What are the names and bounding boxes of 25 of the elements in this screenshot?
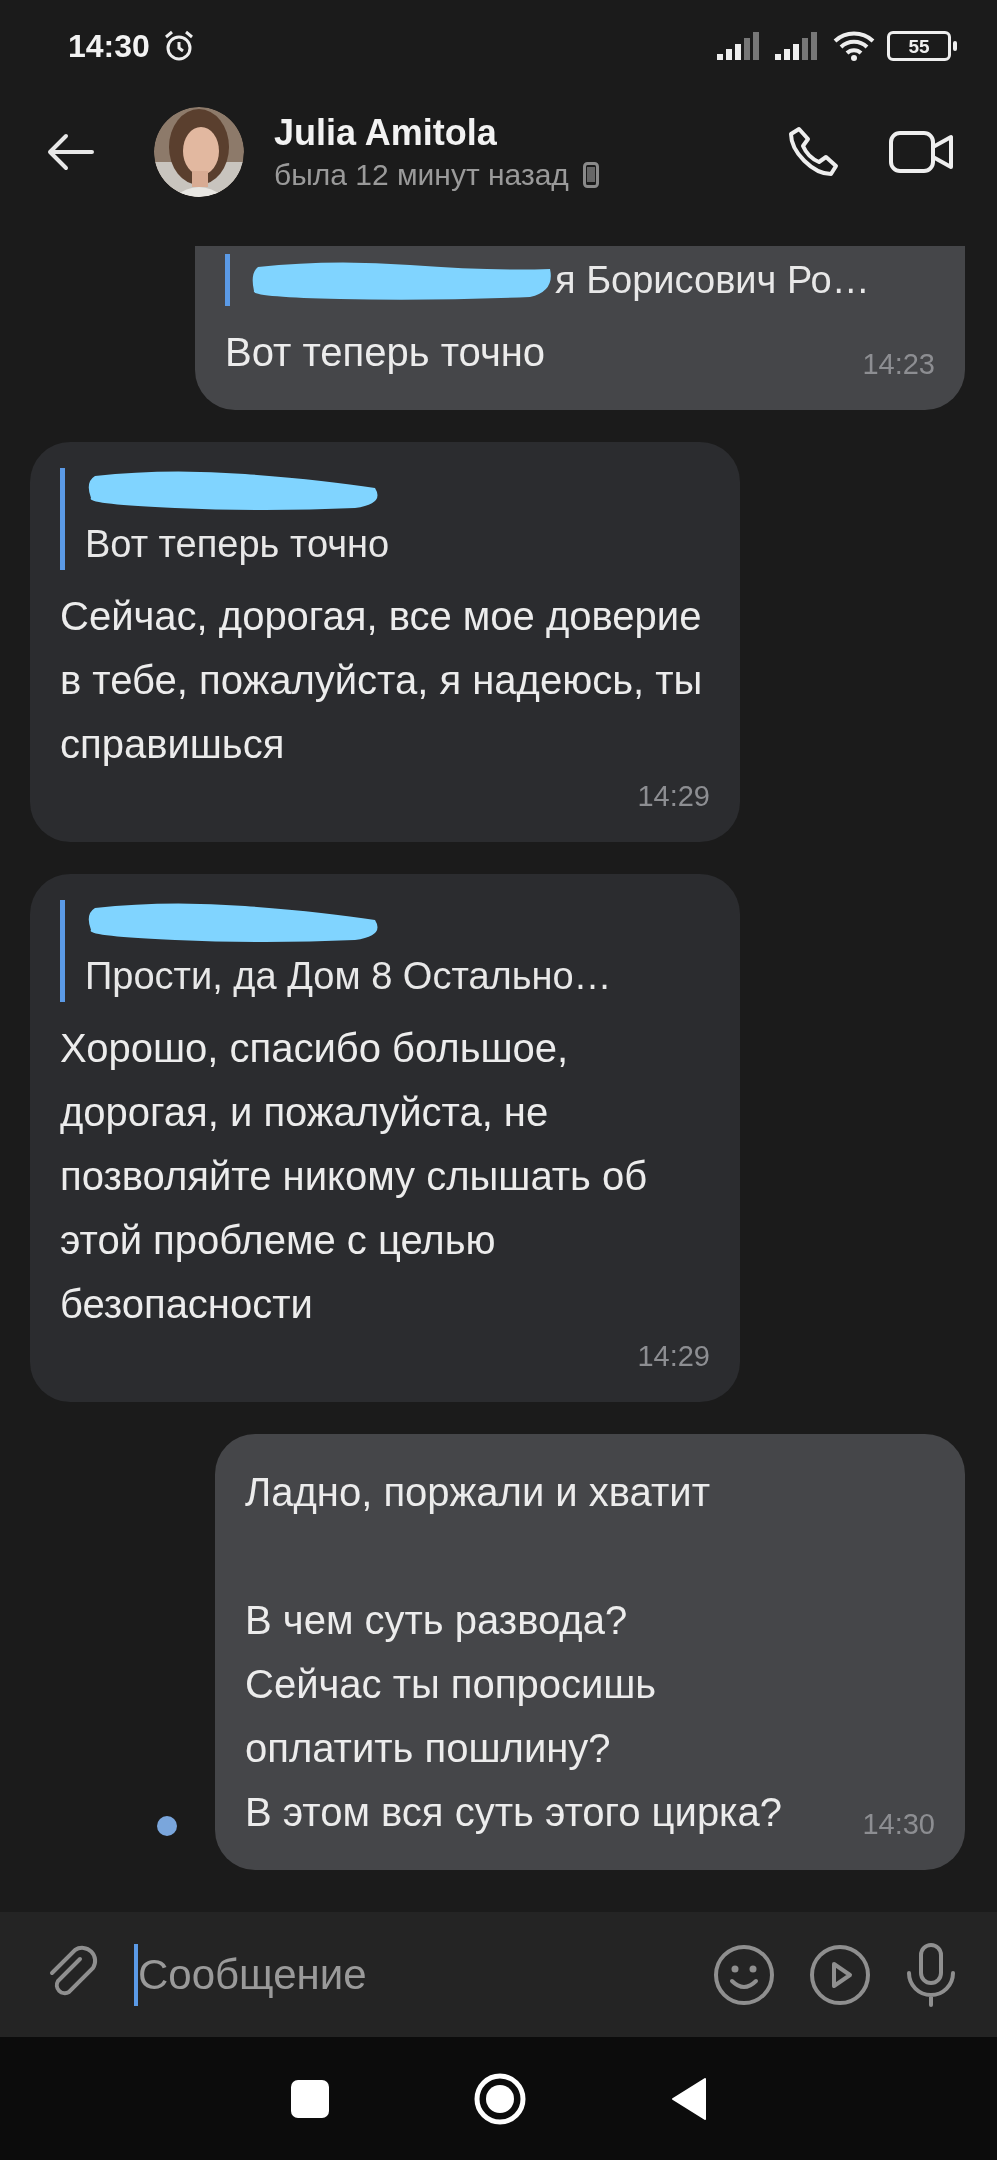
contact-name: Julia Amitola (274, 112, 498, 154)
message-time: 14:29 (637, 779, 710, 814)
message-time: 14:23 (862, 347, 935, 382)
quoted-text: Вот теперь точно (85, 522, 390, 567)
home-icon[interactable] (473, 2072, 526, 2125)
message-text: Хорошо, спасибо большое, дорогая, и пожалуйста, не позволяйте никому слышать об этой проблеме с целью безопасности (60, 1025, 649, 1328)
video-call-icon[interactable] (889, 129, 955, 175)
message-text: Сейчас, дорогая, все мое доверие в тебе, пожалуйста, я надеюсь, ты справишься (60, 593, 704, 768)
wifi-icon (833, 31, 875, 61)
last-seen-status: была 12 минут назад (274, 158, 569, 192)
status-time: 14:30 (68, 27, 150, 65)
phone-device-icon (582, 162, 599, 188)
recent-apps-icon[interactable] (290, 2079, 329, 2118)
text-cursor (134, 1943, 138, 2006)
back-arrow-icon[interactable] (46, 132, 94, 172)
emoji-icon[interactable] (713, 1943, 775, 2006)
play-circle-icon[interactable] (809, 1943, 871, 2006)
message-time: 14:29 (637, 1339, 710, 1374)
message-text: Ладно, поржали и хватит В чем суть развода? Сейчас ты попросишь оплатить пошлину? В этом вся суть этого цирка? (245, 1469, 782, 1836)
microphone-icon[interactable] (905, 1942, 957, 2007)
quoted-text: Прости, да Дом 8 Остально… (85, 954, 612, 999)
quoted-text: я Борисович Ро… (555, 258, 870, 303)
message-text: Вот теперь точно (225, 329, 546, 376)
message-time: 14:30 (862, 1807, 935, 1842)
back-icon[interactable] (670, 2076, 707, 2121)
